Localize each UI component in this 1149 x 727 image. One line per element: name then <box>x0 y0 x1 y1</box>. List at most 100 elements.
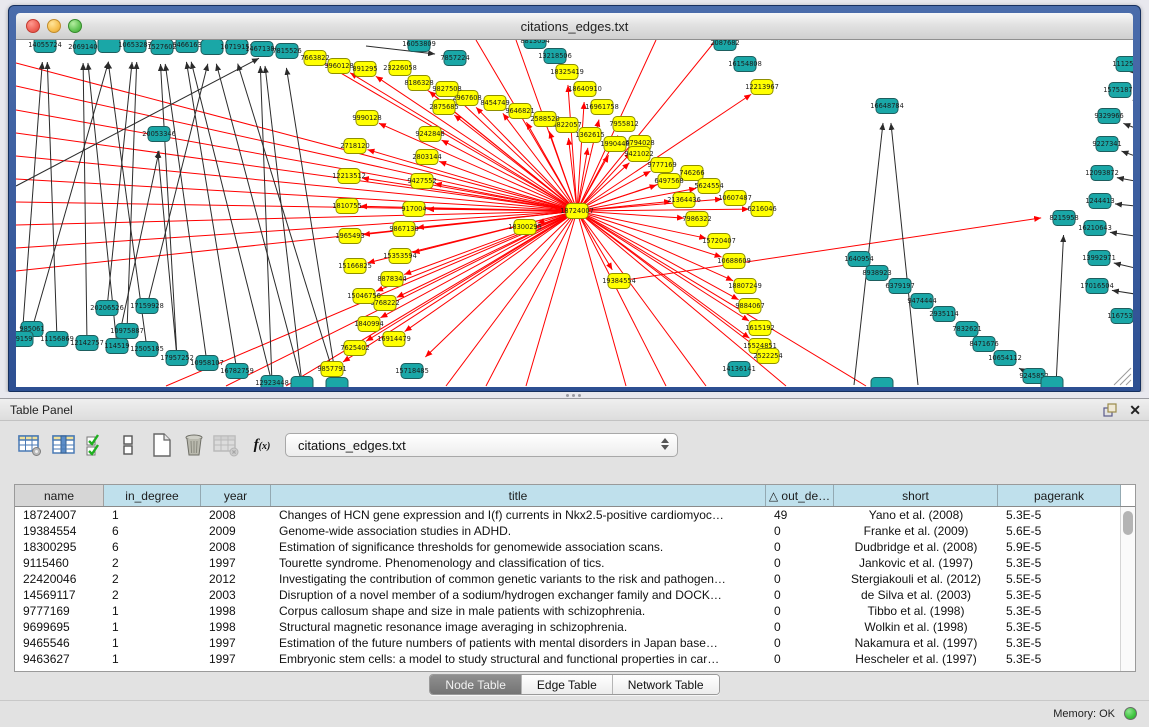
graph-node[interactable]: 6466163 <box>172 40 201 53</box>
graph-node[interactable]: 18300295 <box>508 220 542 235</box>
graph-node[interactable]: 16053809 <box>402 40 436 52</box>
graph-node[interactable]: 15353594 <box>383 249 417 264</box>
graph-node[interactable]: 2875685 <box>429 100 458 115</box>
graph-node[interactable]: 16210643 <box>1078 221 1112 236</box>
column-header-year[interactable]: year <box>201 485 271 506</box>
graph-node[interactable]: 12142757 <box>70 336 104 351</box>
graph-node[interactable]: 1112534 <box>1112 57 1133 72</box>
close-window-button[interactable] <box>26 19 40 33</box>
graph-node[interactable]: 17159928 <box>130 299 164 314</box>
graph-node[interactable]: 1810755 <box>332 199 361 214</box>
table-row[interactable]: 969969511998Structural magnetic resonanc… <box>15 619 1135 635</box>
graph-node[interactable]: 9827508 <box>432 82 461 97</box>
graph-node[interactable]: 9884067 <box>735 299 764 314</box>
graph-node[interactable]: 17957252 <box>160 351 194 366</box>
tab-network-table[interactable]: Network Table <box>613 675 719 694</box>
zoom-window-button[interactable] <box>68 19 82 33</box>
graph-node[interactable]: 9990128 <box>352 111 381 126</box>
vertical-scrollbar[interactable] <box>1120 507 1135 671</box>
graph-node[interactable]: 7955812 <box>609 117 638 132</box>
table-row[interactable]: 946362711997Embryonic stem cells: a mode… <box>15 651 1135 667</box>
graph-node[interactable]: 16914479 <box>377 332 411 347</box>
graph-node[interactable]: 9960128 <box>324 59 353 74</box>
graph-node[interactable]: 9777169 <box>647 158 676 173</box>
graph-node[interactable]: 7986322 <box>682 212 711 227</box>
function-builder-icon[interactable]: f(x) <box>248 431 276 459</box>
tab-edge-table[interactable]: Edge Table <box>522 675 613 694</box>
graph-node[interactable]: 2588520 <box>530 112 559 127</box>
graph-node[interactable]: 19384554 <box>602 274 636 289</box>
memory-status-icon[interactable] <box>1124 707 1137 720</box>
graph-node[interactable]: 7815526 <box>272 44 301 59</box>
graph-node[interactable]: 2522254 <box>753 349 782 364</box>
graph-node[interactable]: 15166825 <box>338 259 372 274</box>
graph-node[interactable]: 18807249 <box>728 279 762 294</box>
graph-node[interactable]: 9227341 <box>1092 137 1121 152</box>
close-panel-icon[interactable]: ✕ <box>1129 402 1141 418</box>
graph-node[interactable]: 1167531 <box>1107 309 1133 324</box>
graph-node[interactable]: 9857791 <box>317 362 346 377</box>
graph-node[interactable]: 13218506 <box>538 49 572 64</box>
graph-node[interactable]: 10688609 <box>717 254 751 269</box>
graph-node[interactable]: 9329966 <box>1094 109 1123 124</box>
graph-node[interactable]: 891295 <box>352 62 377 77</box>
graph-node[interactable]: 1640954 <box>844 252 873 267</box>
graph-node[interactable]: 7625402 <box>340 341 369 356</box>
graph-node[interactable]: 6379197 <box>885 279 914 294</box>
new-column-icon[interactable] <box>148 431 176 459</box>
graph-node[interactable]: 9646821 <box>505 104 534 119</box>
window-title-bar[interactable]: citations_edges.txt <box>16 13 1133 40</box>
minimize-window-button[interactable] <box>47 19 61 33</box>
graph-node[interactable]: 20053346 <box>142 127 176 142</box>
column-header-name[interactable]: name <box>15 485 104 506</box>
graph-node[interactable]: 15718485 <box>395 364 429 379</box>
column-header-title[interactable]: title <box>271 485 766 506</box>
graph-node[interactable]: 20691406 <box>68 40 102 55</box>
graph-node[interactable]: 12213967 <box>745 80 779 95</box>
graph-node[interactable]: 8454749 <box>480 96 509 111</box>
select-all-icon[interactable] <box>82 431 110 459</box>
graph-node[interactable]: 16154808 <box>728 57 762 72</box>
graph-node[interactable]: 9421022 <box>624 147 653 162</box>
graph-node[interactable]: 8878344 <box>377 272 406 287</box>
graph-node[interactable]: 13992971 <box>1082 251 1116 266</box>
graph-node[interactable]: 5624554 <box>694 179 723 194</box>
graph-node[interactable]: 9867130 <box>389 222 418 237</box>
float-panel-icon[interactable] <box>1103 403 1117 417</box>
graph-node[interactable]: 11156869 <box>40 332 74 347</box>
graph-node[interactable] <box>291 377 313 388</box>
graph-node[interactable]: 6216046 <box>747 202 776 217</box>
graph-node[interactable]: 20206526 <box>90 301 124 316</box>
graph-node[interactable]: 12923448 <box>255 376 289 388</box>
column-header-pagerank[interactable]: pagerank <box>998 485 1121 506</box>
table-row[interactable]: 911546021997Tourette syndrome. Phenomeno… <box>15 555 1135 571</box>
table-row[interactable]: 1830029562008Estimation of significance … <box>15 539 1135 555</box>
graph-node[interactable]: 10654112 <box>988 351 1022 366</box>
column-header-out_de[interactable]: △ out_de… <box>766 485 834 506</box>
table-row[interactable]: 946554611997Estimation of the future num… <box>15 635 1135 651</box>
scrollbar-thumb[interactable] <box>1123 511 1133 535</box>
graph-node[interactable]: 10607487 <box>718 191 752 206</box>
delete-table-icon[interactable] <box>212 431 240 459</box>
graph-node[interactable]: 2803144 <box>412 150 441 165</box>
graph-node[interactable]: 18325419 <box>550 65 584 80</box>
graph-node[interactable]: 2718120 <box>340 139 369 154</box>
tab-node-table[interactable]: Node Table <box>430 675 522 694</box>
graph-node[interactable]: 14136141 <box>722 362 756 377</box>
graph-node[interactable]: 8186328 <box>404 76 433 91</box>
graph-node[interactable] <box>1041 377 1063 388</box>
graph-node[interactable]: 16782759 <box>220 364 254 379</box>
graph-node[interactable]: 2087682 <box>710 40 739 51</box>
table-row[interactable]: 1938455462009Genome-wide association stu… <box>15 523 1135 539</box>
graph-node[interactable]: 1840994 <box>354 317 383 332</box>
graph-node[interactable]: 8938923 <box>862 266 891 281</box>
column-header-short[interactable]: short <box>834 485 998 506</box>
graph-node[interactable]: 917004 <box>401 202 426 217</box>
graph-node[interactable]: 2935114 <box>929 307 958 322</box>
graph-node[interactable]: 7857224 <box>440 51 469 66</box>
graph-node[interactable]: 114519 <box>104 339 129 354</box>
graph-node[interactable]: 12093872 <box>1085 166 1119 181</box>
graph-node[interactable]: 1965493 <box>335 229 364 244</box>
graph-node[interactable]: 18640910 <box>568 82 602 97</box>
graph-node[interactable]: 8215958 <box>1049 211 1078 226</box>
